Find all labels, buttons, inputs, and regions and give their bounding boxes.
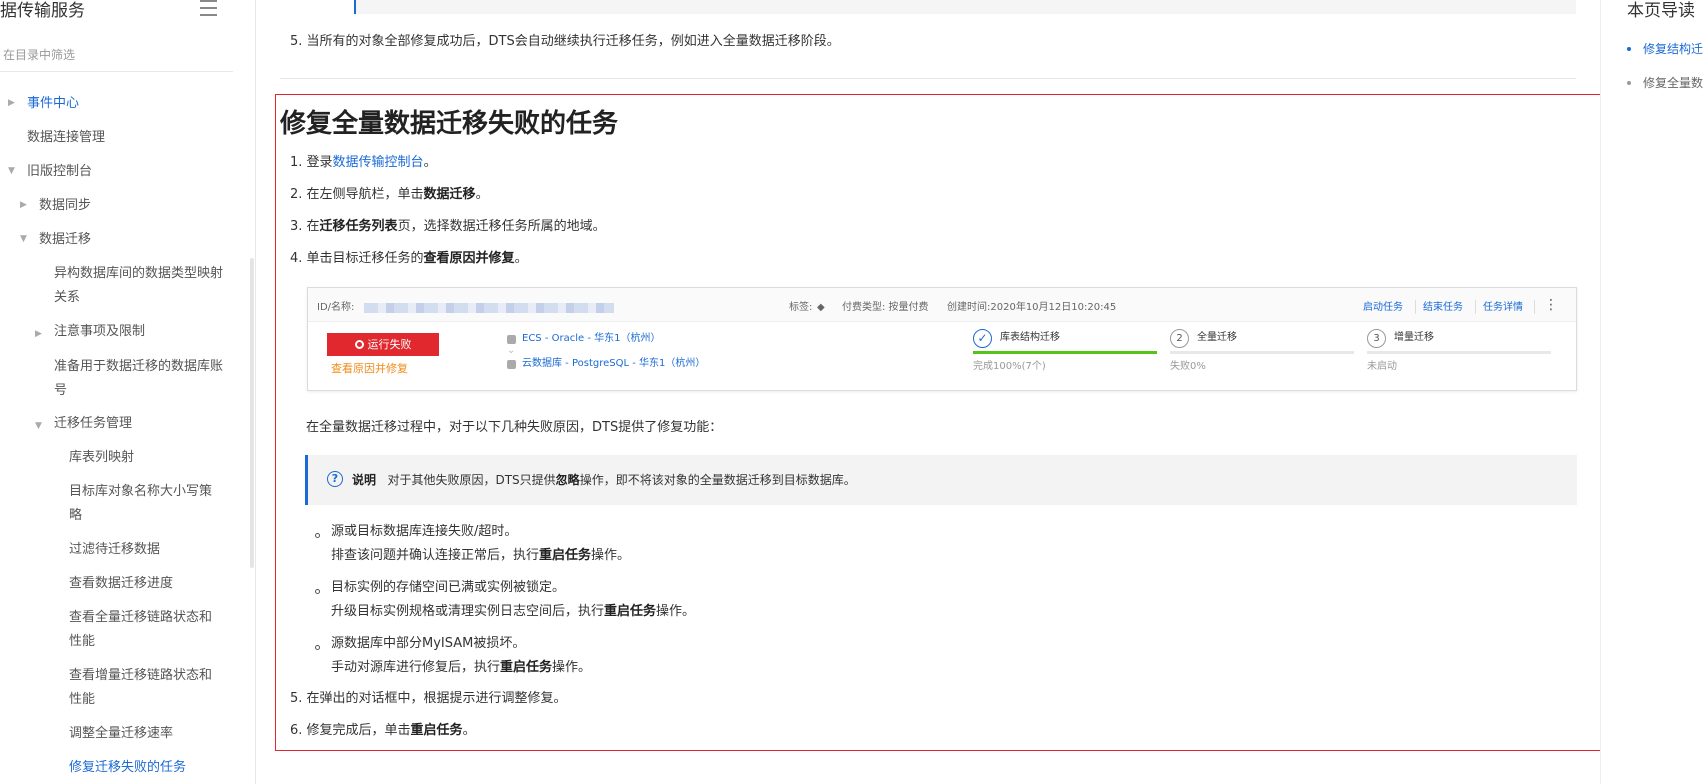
end-task-link[interactable]: 结束任务 bbox=[1423, 301, 1463, 315]
blurred-id bbox=[364, 303, 614, 313]
divider bbox=[280, 78, 1576, 79]
sidebar-filter-input[interactable]: 在目录中筛选 bbox=[0, 40, 233, 72]
caret-right-icon[interactable]: ▶ bbox=[20, 200, 27, 210]
bullet-icon bbox=[1627, 47, 1631, 51]
console-screenshot: ID/名称: 标签: ◆ 付费类型: 按量付费 创建时间:2020年10月12日… bbox=[307, 287, 1577, 391]
step-3: 3. 在迁移任务列表页，选择数据迁移任务所属的地域。 bbox=[290, 219, 606, 234]
sidebar-item-data-sync[interactable]: 数据同步 bbox=[39, 194, 91, 218]
id-label: ID/名称: bbox=[317, 302, 355, 313]
reason-2-action: 升级目标实例规格或清理实例日志空间后，执行重启任务操作。 bbox=[331, 604, 696, 619]
sidebar-scrollbar[interactable] bbox=[250, 258, 254, 568]
step-5: 5. 在弹出的对话框中，根据提示进行调整修复。 bbox=[290, 691, 567, 706]
step-2: 2. 在左侧导航栏，单击数据迁移。 bbox=[290, 187, 489, 202]
created-time: 创建时间:2020年10月12日10:20:45 bbox=[947, 302, 1117, 313]
console-link[interactable]: 数据传输控制台 bbox=[333, 155, 424, 170]
sidebar-item-event-center[interactable]: 事件中心 bbox=[27, 92, 79, 116]
page-toc: 本页导读 修复结构迁 修复全量数 bbox=[1600, 0, 1705, 784]
tag-icon: ◆ bbox=[817, 302, 825, 313]
step-2-status: 失败0% bbox=[1170, 361, 1206, 372]
bullet-icon bbox=[1627, 81, 1631, 85]
step-3-status: 未启动 bbox=[1367, 361, 1397, 372]
step-1-progress bbox=[973, 351, 1157, 354]
separator bbox=[1534, 300, 1535, 314]
sidebar-item-case-policy[interactable]: 目标库对象名称大小写策略 bbox=[69, 480, 219, 528]
tag-label: 标签: bbox=[789, 302, 813, 313]
separator bbox=[1415, 300, 1416, 314]
previous-step-5: 5. 当所有的对象全部修复成功后，DTS会自动继续执行迁移任务，例如进入全量数据… bbox=[290, 34, 840, 49]
check-icon: ✓ bbox=[973, 329, 992, 348]
sidebar-item-full-link[interactable]: 查看全量迁移链路状态和性能 bbox=[69, 606, 219, 654]
section-heading: 修复全量数据迁移失败的任务 bbox=[280, 109, 619, 139]
note-text: 说明 对于其他失败原因，DTS只提供忽略操作，即不将该对象的全量数据迁移到目标数… bbox=[352, 473, 856, 487]
sidebar-item-db-account[interactable]: 准备用于数据迁移的数据库账号 bbox=[54, 355, 226, 403]
database-icon bbox=[507, 335, 516, 344]
reason-3-title: 源数据库中部分MyISAM被损坏。 bbox=[331, 636, 526, 651]
sidebar-item-task-management[interactable]: 迁移任务管理 bbox=[54, 412, 132, 436]
status-badge: 运行失败 bbox=[327, 333, 439, 356]
sidebar-item-filter-data[interactable]: 过滤待迁移数据 bbox=[69, 538, 160, 562]
reason-3-action: 手动对源库进行修复后，执行重启任务操作。 bbox=[331, 660, 592, 675]
caret-right-icon[interactable]: ▶ bbox=[8, 98, 15, 108]
reason-2-title: 目标实例的存储空间已满或实例被锁定。 bbox=[331, 580, 566, 595]
caret-right-icon[interactable]: ▶ bbox=[35, 329, 42, 339]
reason-1-title: 源或目标数据库连接失败/超时。 bbox=[331, 524, 518, 539]
start-task-link[interactable]: 启动任务 bbox=[1363, 301, 1403, 315]
database-icon bbox=[507, 360, 516, 369]
step-1: 1. 登录数据传输控制台。 bbox=[290, 155, 437, 170]
code-block-edge bbox=[354, 0, 1576, 14]
source-db[interactable]: ECS - Oracle - 华东1（杭州） bbox=[522, 332, 660, 346]
more-icon[interactable]: ⋮ bbox=[1544, 297, 1558, 313]
toc-item-repair-full[interactable]: 修复全量数 bbox=[1643, 74, 1703, 91]
sidebar-item-limits[interactable]: 注意事项及限制 bbox=[54, 320, 145, 344]
sidebar-item-progress[interactable]: 查看数据迁移进度 bbox=[69, 572, 173, 596]
view-reason-repair-link[interactable]: 查看原因并修复 bbox=[331, 360, 408, 376]
sidebar-item-data-connection[interactable]: 数据连接管理 bbox=[27, 126, 105, 150]
step-3-name: 增量迁移 bbox=[1394, 332, 1434, 343]
step-3-number: 3 bbox=[1367, 329, 1386, 348]
toc-item-repair-structure[interactable]: 修复结构迁 bbox=[1643, 40, 1703, 57]
left-sidebar: 据传输服务 在目录中筛选 ▶ 事件中心 数据连接管理 ▼ 旧版控制台 ▶ 数据同… bbox=[0, 0, 256, 784]
toc-title: 本页导读 bbox=[1627, 1, 1695, 21]
bullet-icon bbox=[315, 589, 320, 594]
step-6: 6. 修复完成后，单击重启任务。 bbox=[290, 723, 476, 738]
step-4: 4. 单击目标迁移任务的查看原因并修复。 bbox=[290, 251, 528, 266]
sidebar-item-repair-failed[interactable]: 修复迁移失败的任务 bbox=[69, 756, 186, 780]
step-3-progress bbox=[1367, 351, 1551, 354]
step-1-name: 库表结构迁移 bbox=[1000, 332, 1060, 343]
separator bbox=[1475, 300, 1476, 314]
caret-down-icon[interactable]: ▼ bbox=[8, 166, 15, 176]
help-icon: ? bbox=[327, 471, 343, 487]
step-2-name: 全量迁移 bbox=[1197, 332, 1237, 343]
reason-1-action: 排查该问题并确认连接正常后，执行重启任务操作。 bbox=[331, 548, 631, 563]
sidebar-item-incr-link[interactable]: 查看增量迁移链路状态和性能 bbox=[69, 664, 219, 712]
bullet-icon bbox=[315, 645, 320, 650]
caret-down-icon[interactable]: ▼ bbox=[20, 234, 27, 244]
caret-down-icon[interactable]: ▼ bbox=[35, 421, 42, 431]
target-db[interactable]: 云数据库 - PostgreSQL - 华东1（杭州） bbox=[522, 357, 705, 371]
sidebar-title: 据传输服务 bbox=[0, 1, 85, 21]
sidebar-item-legacy-console[interactable]: 旧版控制台 bbox=[27, 160, 92, 184]
step-1-status: 完成100%(7个) bbox=[973, 361, 1046, 372]
intro-text: 在全量数据迁移过程中，对于以下几种失败原因，DTS提供了修复功能： bbox=[306, 420, 723, 435]
step-2-progress bbox=[1170, 351, 1354, 354]
menu-icon[interactable] bbox=[200, 0, 218, 18]
sidebar-item-type-mapping[interactable]: 异构数据库间的数据类型映射关系 bbox=[54, 262, 226, 310]
sidebar-item-data-migration[interactable]: 数据迁移 bbox=[39, 228, 91, 252]
arrow-down-icon: ⌄ bbox=[507, 345, 516, 356]
note-box: ? 说明 对于其他失败原因，DTS只提供忽略操作，即不将该对象的全量数据迁移到目… bbox=[305, 455, 1577, 505]
sidebar-item-column-mapping[interactable]: 库表列映射 bbox=[69, 446, 134, 470]
bullet-icon bbox=[315, 533, 320, 538]
task-detail-link[interactable]: 任务详情 bbox=[1483, 301, 1523, 315]
billing-type: 付费类型: 按量付费 bbox=[842, 302, 929, 313]
step-2-number: 2 bbox=[1170, 329, 1189, 348]
sidebar-item-rate[interactable]: 调整全量迁移速率 bbox=[69, 722, 173, 746]
